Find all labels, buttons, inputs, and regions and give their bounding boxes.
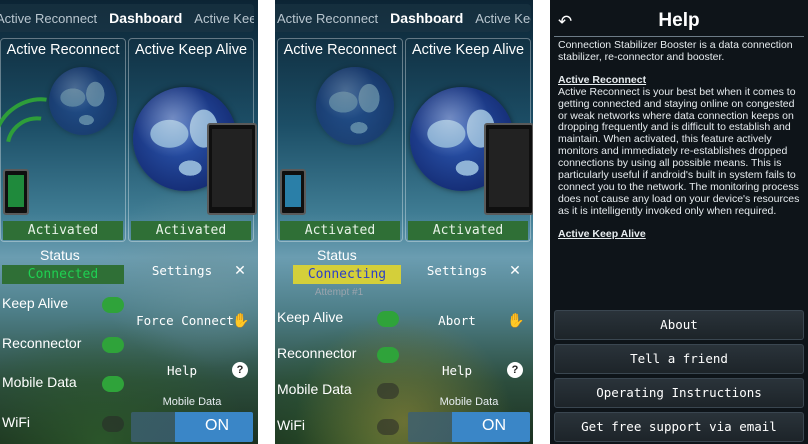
question-icon: ? — [507, 362, 523, 378]
switch-state: ON — [205, 417, 229, 434]
dashboard-screen-1: Active Reconnect Dashboard Active Keep A… — [0, 0, 258, 444]
toggle-label: Mobile Data — [277, 381, 352, 397]
activated-status: Activated — [280, 221, 400, 240]
activated-status: Activated — [3, 221, 123, 240]
toggle-label: WiFi — [2, 414, 30, 430]
page-title: Help — [658, 10, 700, 31]
tab-active-keep-alive[interactable]: Active Keep Alive — [188, 11, 254, 26]
help-button[interactable]: Help ? — [405, 356, 533, 386]
force-connect-button[interactable]: Force Connect ✋ — [130, 306, 258, 336]
question-icon: ? — [232, 362, 248, 378]
about-button[interactable]: About — [554, 310, 804, 340]
status-label: Status — [317, 247, 357, 263]
tab-active-reconnect[interactable]: Active Reconnect — [275, 11, 384, 26]
button-label: Settings — [151, 263, 213, 278]
button-label: Help — [441, 363, 473, 378]
settings-button[interactable]: Settings ✕ — [405, 256, 533, 286]
tell-a-friend-button[interactable]: Tell a friend — [554, 344, 804, 374]
toggle-switch[interactable] — [102, 416, 124, 432]
active-keep-alive-card[interactable]: Active Keep Alive Activated — [128, 38, 257, 242]
tab-dashboard[interactable]: Dashboard — [103, 10, 188, 26]
toggle-keep-alive[interactable]: Keep Alive — [0, 292, 128, 316]
switch-state: ON — [482, 417, 506, 434]
active-keep-alive-card[interactable]: Active Keep Alive Activated — [405, 38, 533, 242]
card-title: Active Reconnect — [6, 42, 120, 58]
phone-icon — [3, 169, 29, 215]
tools-icon: ✕ — [234, 262, 246, 278]
toggle-wifi[interactable]: WiFi — [0, 411, 128, 435]
toggle-label: WiFi — [277, 417, 305, 433]
hand-icon: ✋ — [507, 312, 525, 328]
help-button[interactable]: Help ? — [130, 356, 258, 386]
mobile-data-switch[interactable]: ON — [408, 412, 530, 442]
toggle-reconnector[interactable]: Reconnector — [275, 342, 403, 366]
help-text: Connection Stabilizer Booster is a data … — [558, 40, 802, 302]
section-heading: Active Keep Alive — [558, 227, 646, 240]
phone-icon — [207, 123, 257, 215]
help-intro: Connection Stabilizer Booster is a data … — [558, 40, 793, 63]
toggle-label: Keep Alive — [277, 309, 344, 325]
activated-status: Activated — [408, 221, 528, 240]
toggle-reconnector[interactable]: Reconnector — [0, 332, 128, 356]
card-title: Active Reconnect — [283, 42, 397, 58]
toggle-label: Mobile Data — [2, 374, 77, 390]
mobile-data-label: Mobile Data — [162, 396, 222, 408]
dashboard-screen-2: Active Reconnect Dashboard Active Keep A… — [275, 0, 533, 444]
activated-status: Activated — [131, 221, 251, 240]
globe-icon — [316, 67, 394, 145]
toggle-label: Reconnector — [2, 335, 82, 351]
active-reconnect-card[interactable]: Active Reconnect Activated — [277, 38, 403, 242]
toggle-switch[interactable] — [377, 383, 399, 399]
attempt-label: Attempt #1 — [314, 287, 364, 298]
toggle-switch[interactable] — [377, 419, 399, 435]
settings-button[interactable]: Settings ✕ — [130, 256, 258, 286]
button-label: Help — [166, 363, 198, 378]
button-label: Force Connect — [136, 313, 234, 328]
toggle-switch[interactable] — [102, 376, 124, 392]
toggle-keep-alive[interactable]: Keep Alive — [275, 306, 403, 330]
help-screen: ↶ Help Connection Stabilizer Booster is … — [550, 0, 808, 444]
card-title: Active Keep Alive — [134, 42, 248, 58]
divider — [554, 36, 804, 37]
tab-active-keep-alive[interactable]: Active Keep Alive — [469, 11, 531, 26]
email-support-button[interactable]: Get free support via email — [554, 412, 804, 442]
tools-icon: ✕ — [509, 262, 521, 278]
hand-icon: ✋ — [232, 312, 250, 328]
card-title: Active Keep Alive — [411, 42, 525, 58]
operating-instructions-button[interactable]: Operating Instructions — [554, 378, 804, 408]
status-label: Status — [40, 247, 80, 263]
toggle-label: Reconnector — [277, 345, 357, 361]
tab-active-reconnect[interactable]: Active Reconnect — [0, 11, 103, 26]
toggle-switch[interactable] — [377, 311, 399, 327]
toggle-wifi[interactable]: WiFi — [275, 414, 403, 438]
phone-icon — [280, 169, 306, 215]
status-value: Connecting — [293, 265, 401, 284]
toggle-switch[interactable] — [102, 297, 124, 313]
tab-bar: Active Reconnect Dashboard Active Keep A… — [275, 4, 531, 32]
tab-bar: Active Reconnect Dashboard Active Keep A… — [0, 4, 254, 32]
toggle-label: Keep Alive — [2, 295, 69, 311]
help-header: ↶ Help — [550, 6, 808, 36]
status-value: Connected — [2, 265, 124, 284]
toggle-mobile-data[interactable]: Mobile Data — [275, 378, 403, 402]
toggle-switch[interactable] — [102, 337, 124, 353]
tab-dashboard[interactable]: Dashboard — [384, 10, 469, 26]
phone-icon — [484, 123, 533, 215]
button-label: Abort — [438, 313, 476, 328]
section-text: Active Reconnect is your best bet when i… — [558, 85, 800, 217]
abort-button[interactable]: Abort ✋ — [405, 306, 533, 336]
button-label: Settings — [426, 263, 488, 278]
toggle-switch[interactable] — [377, 347, 399, 363]
mobile-data-switch[interactable]: ON — [131, 412, 253, 442]
toggle-mobile-data[interactable]: Mobile Data — [0, 371, 128, 395]
active-reconnect-card[interactable]: Active Reconnect Activated — [0, 38, 126, 242]
mobile-data-label: Mobile Data — [439, 396, 499, 408]
